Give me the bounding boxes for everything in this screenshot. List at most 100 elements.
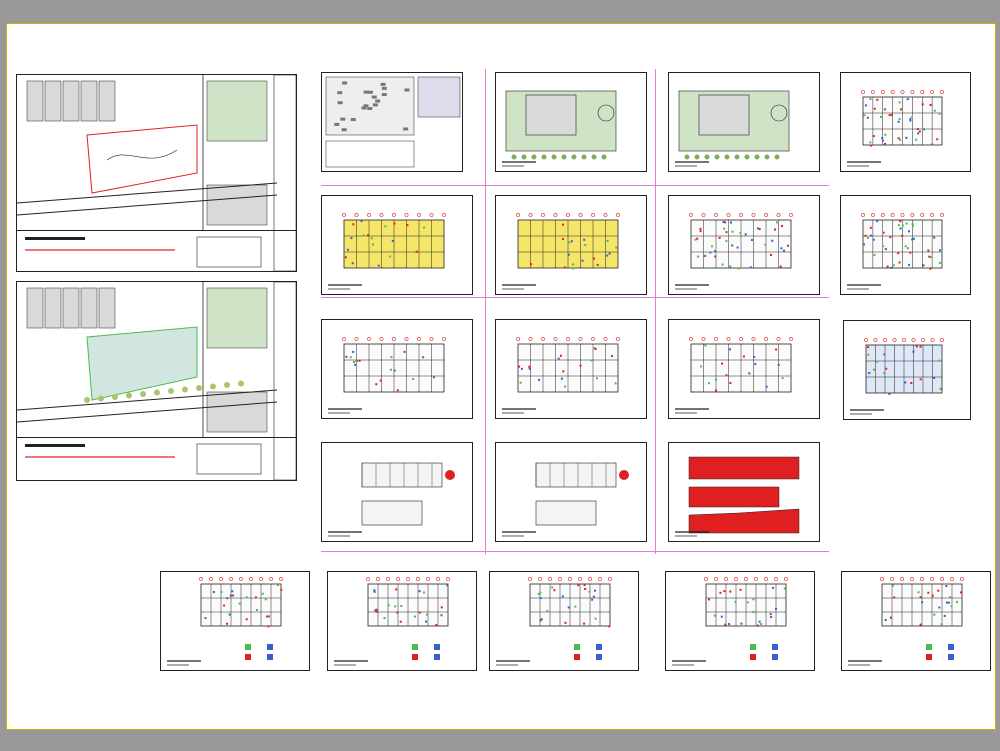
plan-symbol xyxy=(911,224,914,227)
floor-plan-a[interactable] xyxy=(321,195,473,295)
plan-symbol xyxy=(872,135,875,138)
plan-symbol xyxy=(564,385,567,388)
plan-symbol xyxy=(720,615,723,618)
plan-symbol xyxy=(568,241,571,244)
axis-bubble xyxy=(921,338,925,342)
axis-bubble xyxy=(528,577,532,581)
plan-symbol xyxy=(254,596,257,599)
sections-sheet-1[interactable] xyxy=(321,442,473,542)
plan-symbol xyxy=(371,243,374,246)
plan-symbol xyxy=(574,605,577,608)
axis-bubble xyxy=(404,337,409,341)
installation-plan-3[interactable] xyxy=(489,571,639,671)
sections-sheet-2[interactable] xyxy=(495,442,647,542)
plan-symbol xyxy=(753,355,756,358)
axis-bubble xyxy=(578,337,583,341)
plan-symbol xyxy=(539,591,542,594)
axis-bubble xyxy=(568,577,572,581)
plan-symbol xyxy=(352,360,355,363)
plan-symbol xyxy=(910,116,913,119)
axis-bubble xyxy=(219,577,223,581)
distribution-plan-3[interactable] xyxy=(668,319,820,419)
roof-plan-1[interactable] xyxy=(495,72,647,172)
plan-symbol xyxy=(933,109,936,112)
plan-symbol xyxy=(718,236,721,239)
plan-symbol xyxy=(873,368,876,371)
tree xyxy=(84,397,90,403)
floor-plan-b[interactable] xyxy=(495,195,647,295)
distribution-plan-2[interactable] xyxy=(495,319,647,419)
axis-bubble xyxy=(367,213,371,217)
plan-symbol xyxy=(567,253,570,256)
plan-symbol xyxy=(746,601,749,604)
plan-symbol xyxy=(867,353,870,356)
plan-symbol xyxy=(729,348,732,351)
map-block xyxy=(342,81,348,85)
plan-symbol xyxy=(721,362,724,365)
plan-symbol xyxy=(900,108,903,111)
plan-symbol xyxy=(870,144,873,147)
furnished-plan-2[interactable] xyxy=(840,195,971,295)
plan-symbol xyxy=(876,220,879,223)
installation-plan-1[interactable] xyxy=(160,571,310,671)
green-area xyxy=(206,287,268,349)
legend-swatch xyxy=(574,654,580,660)
map-block xyxy=(381,86,387,90)
tree xyxy=(591,154,597,160)
plan-symbol xyxy=(863,243,866,246)
map-block xyxy=(404,88,410,92)
plan-symbol xyxy=(591,598,594,601)
plan-symbol xyxy=(255,608,258,611)
axis-bubble xyxy=(734,577,738,581)
plan-symbol xyxy=(911,223,914,226)
plan-symbol xyxy=(906,247,909,250)
plan-symbol xyxy=(204,617,207,620)
installation-plan-5[interactable] xyxy=(841,571,991,671)
sheet-drawing xyxy=(167,577,283,666)
detail-plan-1[interactable] xyxy=(843,320,971,420)
plan-symbol xyxy=(583,238,586,241)
plan-symbol xyxy=(614,382,617,385)
axis-bubble xyxy=(751,337,756,341)
elevations-sheet[interactable] xyxy=(668,442,820,542)
plan-symbol xyxy=(917,132,920,135)
plan-symbol xyxy=(384,225,387,228)
axis-bubble xyxy=(910,577,914,581)
furnished-plan-1[interactable] xyxy=(668,195,820,295)
plan-symbol xyxy=(581,259,584,262)
plan-symbol xyxy=(344,256,347,259)
site-proposal-plan[interactable] xyxy=(16,281,297,481)
plan-symbol xyxy=(933,376,936,379)
plan-symbol xyxy=(752,598,755,601)
site-location-plan[interactable] xyxy=(16,74,297,272)
plan-symbol xyxy=(724,623,727,626)
plan-symbol xyxy=(730,221,733,224)
plan-symbol xyxy=(406,224,409,227)
installation-plan-2[interactable] xyxy=(327,571,477,671)
plan-symbol xyxy=(758,228,761,231)
distribution-plan-1[interactable] xyxy=(321,319,473,419)
location-map-sheet[interactable] xyxy=(321,72,463,172)
plan-symbol xyxy=(918,130,921,133)
plan-symbol xyxy=(750,238,753,241)
plan-symbol xyxy=(349,356,352,359)
legend-swatch xyxy=(926,644,932,650)
legend-rule xyxy=(17,230,296,231)
block xyxy=(98,287,116,329)
axis-bubble xyxy=(714,577,718,581)
block xyxy=(80,80,98,122)
axis-bubble xyxy=(406,577,410,581)
axis-bubble xyxy=(379,213,384,217)
plan-symbol xyxy=(433,376,436,379)
roof-plan-2[interactable] xyxy=(668,72,820,172)
plan-symbol xyxy=(345,355,348,358)
plan-symbol xyxy=(749,266,752,269)
plan-symbol xyxy=(907,230,910,233)
plan-symbol xyxy=(891,584,894,587)
general-plan-1[interactable] xyxy=(840,72,971,172)
plan-symbol xyxy=(897,224,900,227)
plan-symbol xyxy=(739,232,742,235)
installation-plan-4[interactable] xyxy=(665,571,815,671)
plan-symbol xyxy=(579,364,582,367)
plan-symbol xyxy=(220,590,223,593)
